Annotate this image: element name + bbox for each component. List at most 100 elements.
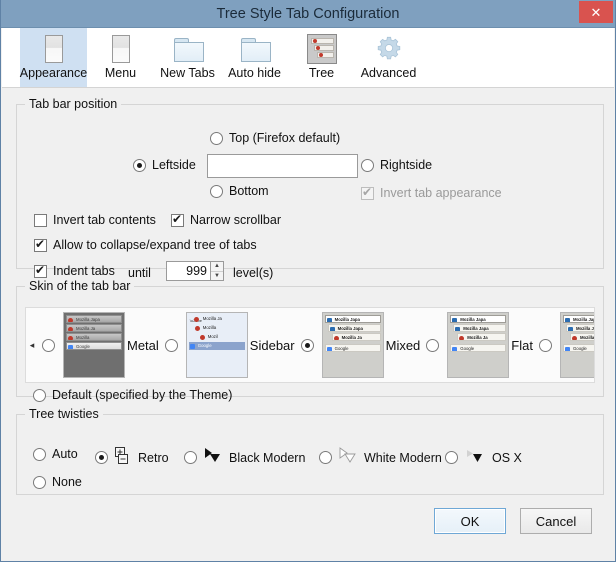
checkbox-narrow-scrollbar-label: Narrow scrollbar	[190, 213, 281, 227]
checkbox-allow-collapse-expand[interactable]: Allow to collapse/expand tree of tabs	[34, 238, 257, 252]
indent-until-label: until	[128, 266, 151, 280]
checkbox-narrow-scrollbar[interactable]: Narrow scrollbar	[171, 213, 281, 227]
ok-button[interactable]: OK	[434, 508, 506, 534]
tab-new-tabs-label: New Tabs	[160, 66, 215, 81]
radio-dot[interactable]	[165, 339, 178, 352]
radio-position-leftside[interactable]: Leftside	[133, 158, 196, 172]
window-title: Tree Style Tab Configuration	[1, 0, 615, 28]
skin-option-metal[interactable]: Mozilla Japa Mozilla Ja Mozilla Google M…	[38, 312, 161, 378]
radio-twisty-osx-label: OS X	[492, 451, 522, 465]
radio-dot	[210, 185, 223, 198]
radio-dot[interactable]	[301, 339, 314, 352]
radio-dot	[210, 132, 223, 145]
checkbox-box	[34, 265, 47, 278]
tab-new-tabs[interactable]: New Tabs	[154, 28, 221, 87]
skin-option-flat-label: Flat	[511, 338, 533, 353]
indent-level-input[interactable]	[166, 261, 210, 281]
title-bar: Tree Style Tab Configuration ✕	[1, 0, 615, 28]
tab-tree[interactable]: Tree	[288, 28, 355, 87]
cancel-button[interactable]: Cancel	[520, 508, 592, 534]
stepper-buttons[interactable]: ▲ ▼	[210, 261, 224, 281]
radio-dot	[184, 451, 197, 464]
skin-group: Skin of the tab bar ◂ Mozilla Japa Mozil…	[16, 279, 604, 397]
tabbar-icon	[45, 32, 63, 66]
radio-dot	[33, 389, 46, 402]
black-modern-twisty-icon	[203, 447, 225, 468]
radio-twisty-auto[interactable]: Auto	[33, 447, 78, 461]
radio-twisty-none-label: None	[52, 475, 82, 489]
indent-level-stepper[interactable]: ▲ ▼	[166, 261, 224, 281]
radio-skin-default[interactable]: Default (specified by the Theme)	[33, 388, 232, 402]
checkbox-box	[171, 214, 184, 227]
tabbar-icon	[112, 32, 130, 66]
skin-thumbnail-metal: Mozilla Japa Mozilla Ja Mozilla Google	[63, 312, 125, 378]
tab-strip: Appearance Menu New Tabs Auto hide Tree	[2, 28, 614, 88]
tab-auto-hide-label: Auto hide	[228, 66, 281, 81]
tab-bar-position-group: Tab bar position Top (Firefox default) L…	[16, 97, 604, 269]
radio-dot	[95, 451, 108, 464]
skin-thumbnail-firefox: Mozilla Japa Mozilla Japa Mozilla Ja Goo…	[560, 312, 595, 378]
radio-twisty-none[interactable]: None	[33, 475, 82, 489]
checkbox-indent-tabs[interactable]: Indent tabs	[34, 264, 115, 278]
stepper-up-icon[interactable]: ▲	[211, 262, 223, 272]
radio-position-top-label: Top (Firefox default)	[229, 131, 340, 145]
retro-twisty-icon	[114, 447, 134, 468]
skin-thumbnail-sidebar: \u25beMozilla Ja Mozilla Mozil Google	[186, 312, 248, 378]
radio-position-bottom[interactable]: Bottom	[210, 184, 269, 198]
checkbox-indent-tabs-label: Indent tabs	[53, 264, 115, 278]
osx-twisty-icon	[464, 447, 488, 468]
radio-dot	[133, 159, 146, 172]
radio-position-rightside-label: Rightside	[380, 158, 432, 172]
radio-position-top[interactable]: Top (Firefox default)	[210, 131, 340, 145]
tab-tree-label: Tree	[309, 66, 334, 81]
folder-icon	[241, 32, 269, 66]
radio-position-rightside[interactable]: Rightside	[361, 158, 432, 172]
skin-list[interactable]: ◂ Mozilla Japa Mozilla Ja Mozilla Google…	[25, 307, 595, 383]
tab-menu[interactable]: Menu	[87, 28, 154, 87]
tab-advanced[interactable]: Advanced	[355, 28, 422, 87]
skin-thumbnail-flat: Mozilla Japa Mozilla Japa Mozilla Ja Goo…	[447, 312, 509, 378]
skin-option-sidebar-label: Sidebar	[250, 338, 295, 353]
skin-option-mixed-label: Mixed	[386, 338, 421, 353]
radio-twisty-osx[interactable]: OS X	[445, 447, 522, 468]
radio-position-bottom-label: Bottom	[229, 184, 269, 198]
radio-dot	[445, 451, 458, 464]
tab-menu-label: Menu	[105, 66, 136, 81]
skin-scroll-left-icon[interactable]: ◂	[26, 340, 38, 351]
indent-levels-label: level(s)	[233, 266, 273, 280]
configuration-dialog: Tree Style Tab Configuration ✕ Appearanc…	[0, 0, 616, 562]
tree-twisties-group: Tree twisties Auto Retro	[16, 407, 604, 495]
dialog-content: Tab bar position Top (Firefox default) L…	[2, 89, 614, 560]
gear-icon	[375, 32, 403, 66]
checkbox-box	[34, 214, 47, 227]
tab-auto-hide[interactable]: Auto hide	[221, 28, 288, 87]
skin-option-sidebar[interactable]: \u25beMozilla Ja Mozilla Mozil Google Si…	[161, 312, 297, 378]
checkbox-allow-collapse-expand-label: Allow to collapse/expand tree of tabs	[53, 238, 257, 252]
radio-twisty-black-modern-label: Black Modern	[229, 451, 305, 465]
tab-appearance-label: Appearance	[20, 66, 87, 81]
radio-dot[interactable]	[539, 339, 552, 352]
skin-option-flat[interactable]: Mozilla Japa Mozilla Japa Mozilla Ja Goo…	[422, 312, 535, 378]
radio-dot	[33, 476, 46, 489]
checkbox-invert-tab-contents-label: Invert tab contents	[53, 213, 156, 227]
tab-advanced-label: Advanced	[361, 66, 417, 81]
radio-twisty-auto-label: Auto	[52, 447, 78, 461]
radio-dot[interactable]	[426, 339, 439, 352]
radio-dot[interactable]	[42, 339, 55, 352]
radio-twisty-retro[interactable]: Retro	[95, 447, 169, 468]
skin-thumbnail-mixed: Mozilla Japa Mozilla Japa Mozilla Ja Goo…	[322, 312, 384, 378]
folder-icon	[174, 32, 202, 66]
white-modern-twisty-icon	[338, 447, 360, 468]
checkbox-invert-tab-appearance: Invert tab appearance	[361, 186, 502, 200]
tab-bar-width-input[interactable]	[207, 154, 358, 178]
radio-twisty-black-modern[interactable]: Black Modern	[184, 447, 305, 468]
skin-option-metal-label: Metal	[127, 338, 159, 353]
close-icon[interactable]: ✕	[579, 1, 613, 23]
radio-twisty-white-modern[interactable]: White Modern	[319, 447, 442, 468]
tab-appearance[interactable]: Appearance	[20, 28, 87, 87]
skin-option-mixed[interactable]: Mozilla Japa Mozilla Japa Mozilla Ja Goo…	[297, 312, 423, 378]
checkbox-invert-tab-contents[interactable]: Invert tab contents	[34, 213, 156, 227]
skin-option-firefox[interactable]: Mozilla Japa Mozilla Japa Mozilla Ja Goo…	[535, 312, 595, 378]
tree-twisties-legend: Tree twisties	[25, 407, 103, 421]
tab-bar-position-legend: Tab bar position	[25, 97, 121, 111]
